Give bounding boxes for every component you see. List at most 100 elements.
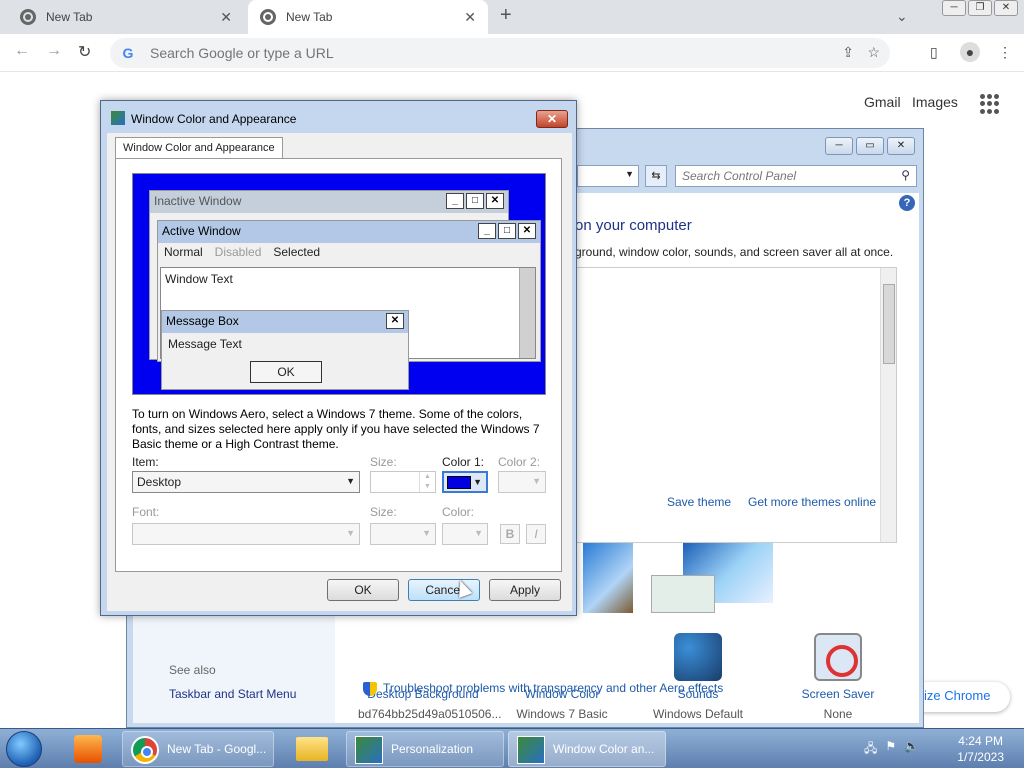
taskbar-start-menu-link[interactable]: Taskbar and Start Menu <box>169 687 296 701</box>
browser-tab-strip: New Tab ✕ New Tab ✕ + ⌄ ─ ❐ ✕ <box>0 0 1024 34</box>
file-explorer-icon[interactable] <box>296 737 328 761</box>
taskbar-button-label: New Tab - Googl... <box>167 742 267 756</box>
minimize-button[interactable]: ─ <box>942 0 966 16</box>
control-panel-icon <box>517 736 545 764</box>
close-tab-icon[interactable]: ✕ <box>464 9 476 26</box>
preview-menu-bar[interactable]: Normal Disabled Selected <box>158 243 540 261</box>
taskbar-chrome-button[interactable]: New Tab - Googl... <box>122 731 274 767</box>
chevron-down-icon: ▼ <box>346 476 355 486</box>
address-bar[interactable]: ▼ <box>577 165 639 187</box>
back-arrow-icon[interactable]: ← <box>14 42 30 60</box>
vertical-scrollbar[interactable] <box>880 268 896 542</box>
clock-time: 4:24 PM <box>958 734 1003 748</box>
color1-picker[interactable]: ▼ <box>442 471 488 493</box>
ok-button[interactable]: OK <box>327 579 399 601</box>
restore-button[interactable]: ❐ <box>968 0 992 16</box>
browser-tab-active[interactable]: New Tab ✕ <box>248 0 488 34</box>
search-control-panel-input[interactable]: Search Control Panel ⚲ <box>675 165 917 187</box>
item-value: bd764bb25d49a0510506... <box>358 707 502 721</box>
item-select-value: Desktop <box>137 475 182 489</box>
media-player-icon[interactable] <box>74 735 102 763</box>
search-icon: ⚲ <box>901 168 910 182</box>
windows-taskbar: New Tab - Googl... Personalization Windo… <box>0 728 1024 768</box>
item-select[interactable]: Desktop ▼ <box>132 471 360 493</box>
size-stepper[interactable]: ▲ ▼ <box>370 471 436 493</box>
sounds-item[interactable]: Sounds Windows Default <box>633 633 763 721</box>
taskbar-window-color-button[interactable]: Window Color an... <box>508 731 666 767</box>
window-color-item[interactable]: Window Color Windows 7 Basic <box>497 633 627 721</box>
close-icon: ✕ <box>386 313 404 329</box>
apply-button[interactable]: Apply <box>489 579 561 601</box>
help-icon[interactable]: ? <box>899 195 915 211</box>
menu-normal[interactable]: Normal <box>164 245 203 259</box>
preview-window-buttons: _ □ ✕ <box>446 193 504 209</box>
theme-thumbnail[interactable] <box>583 543 633 613</box>
save-theme-link[interactable]: Save theme <box>667 495 731 509</box>
images-link[interactable]: Images <box>912 94 958 110</box>
message-ok-button[interactable]: OK <box>250 361 322 383</box>
omnibox-input[interactable] <box>148 44 748 62</box>
menu-disabled[interactable]: Disabled <box>215 245 262 259</box>
font-select[interactable]: ▼ <box>132 523 360 545</box>
customize-chrome-button[interactable]: ize Chrome <box>910 682 1010 712</box>
close-button[interactable]: ✕ <box>887 137 915 155</box>
taskbar-clock[interactable]: 4:24 PM 1/7/2023 <box>957 733 1004 765</box>
side-panel-icon[interactable]: ▯ <box>930 44 938 61</box>
menu-selected[interactable]: Selected <box>273 245 320 259</box>
gmail-link[interactable]: Gmail <box>864 94 901 110</box>
reload-icon[interactable]: ↻ <box>78 42 91 62</box>
chevron-down-icon: ▼ <box>473 477 482 487</box>
network-icon[interactable]: 🖧 <box>864 739 877 760</box>
taskbar-personalization-button[interactable]: Personalization <box>346 731 504 767</box>
get-more-themes-link[interactable]: Get more themes online <box>748 495 876 509</box>
chevron-down-icon: ▼ <box>346 528 355 538</box>
scroll-thumb[interactable] <box>883 284 895 364</box>
size-label: Size: <box>370 455 397 469</box>
profile-avatar-icon[interactable]: ● <box>960 42 980 62</box>
preview-message-box[interactable]: Message Box ✕ Message Text OK <box>161 310 409 390</box>
forward-arrow-icon[interactable]: → <box>46 42 62 60</box>
tab-window-color-appearance[interactable]: Window Color and Appearance <box>115 137 283 159</box>
italic-button[interactable]: I <box>526 524 546 544</box>
chevron-down-icon: ▼ <box>474 528 483 538</box>
close-button[interactable]: ✕ <box>536 110 568 128</box>
bookmark-star-icon[interactable]: ☆ <box>867 44 880 61</box>
font-size-select[interactable]: ▼ <box>370 523 436 545</box>
more-menu-icon[interactable]: ⋮ <box>998 44 1012 61</box>
close-button[interactable]: ✕ <box>994 0 1018 16</box>
color2-picker[interactable]: ▼ <box>498 471 546 493</box>
new-tab-button[interactable]: + <box>500 4 512 27</box>
desktop-background-item[interactable]: Desktop Background bd764bb25d49a0510506.… <box>358 633 502 721</box>
minimize-icon: _ <box>446 193 464 209</box>
maximize-button[interactable]: ▭ <box>856 137 884 155</box>
volume-icon[interactable]: 🔈 <box>904 739 919 760</box>
system-tray: 🖧 ⚑ 🔈 <box>864 739 919 760</box>
aero-info-text: To turn on Windows Aero, select a Window… <box>132 407 540 451</box>
troubleshoot-link[interactable]: Troubleshoot problems with transparency … <box>363 681 723 696</box>
appearance-preview[interactable]: Inactive Window _ □ ✕ Active Window _ □ ✕ No… <box>132 173 546 395</box>
troubleshoot-text: Troubleshoot problems with transparency … <box>383 681 724 695</box>
close-tab-icon[interactable]: ✕ <box>220 9 232 26</box>
refresh-button[interactable]: ⇆ <box>645 165 667 187</box>
window-text: Window Text <box>165 272 233 286</box>
bold-button[interactable]: B <box>500 524 520 544</box>
preview-scrollbar[interactable] <box>519 268 535 358</box>
tab-search-chevron-icon[interactable]: ⌄ <box>896 8 908 25</box>
omnibox[interactable]: G ⇪ ☆ <box>110 38 890 68</box>
action-center-icon[interactable]: ⚑ <box>885 739 896 760</box>
search-placeholder: Search Control Panel <box>682 169 797 183</box>
google-apps-icon[interactable] <box>980 94 1000 114</box>
font-color-picker[interactable]: ▼ <box>442 523 488 545</box>
browser-tab[interactable]: New Tab ✕ <box>8 0 244 34</box>
minimize-button[interactable]: ─ <box>825 137 853 155</box>
font-color-label: Color: <box>442 505 475 519</box>
start-button[interactable] <box>6 731 42 767</box>
share-icon[interactable]: ⇪ <box>842 44 854 61</box>
screen-saver-icon <box>814 633 862 681</box>
see-also-heading: See also <box>169 663 216 677</box>
theme-thumbnail[interactable] <box>651 575 715 613</box>
close-icon: ✕ <box>518 223 536 239</box>
dialog-app-icon <box>111 111 125 125</box>
preview-window-buttons: _ □ ✕ <box>478 223 536 239</box>
screen-saver-item[interactable]: Screen Saver None <box>773 633 903 721</box>
